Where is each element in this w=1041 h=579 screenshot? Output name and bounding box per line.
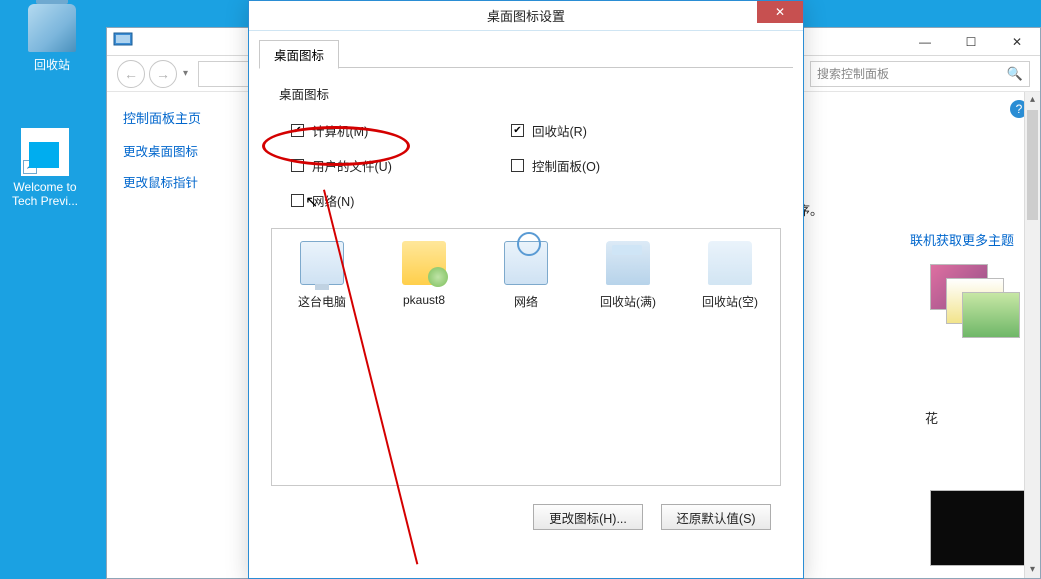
scroll-down-button[interactable]: ▾ — [1025, 562, 1040, 578]
desktop-icon-label: Welcome to Tech Previ... — [7, 180, 83, 208]
recycle-bin-icon — [28, 4, 76, 52]
nav-back-button[interactable]: ← — [117, 60, 145, 88]
computer-icon — [300, 241, 344, 285]
sidebar-link-change-desktop-icons[interactable]: 更改桌面图标 — [123, 141, 239, 160]
desktop-icons-group: 桌面图标 ✔ 计算机(M) ✔ 回收站(R) 用户的文件(U) 控制面板(O) — [271, 84, 781, 218]
scroll-up-button[interactable]: ▴ — [1025, 92, 1040, 108]
change-icon-button[interactable]: 更改图标(H)... — [533, 504, 643, 530]
search-input[interactable]: 搜索控制面板 🔍 — [810, 61, 1030, 87]
nav-forward-button[interactable]: → — [149, 60, 177, 88]
checkbox-computer[interactable]: ✔ 计算机(M) — [291, 121, 491, 140]
desktop-icon-settings-dialog: 桌面图标设置 ✕ 桌面图标 桌面图标 ✔ 计算机(M) ✔ 回收站(R) 用户的… — [248, 0, 804, 579]
theme-name-label: 花 — [925, 408, 938, 427]
recycle-bin-full-icon — [606, 241, 650, 285]
icon-item-network[interactable]: 网络 — [484, 241, 568, 310]
desktop-icon-welcome[interactable]: Welcome to Tech Previ... — [7, 128, 83, 208]
shortcut-overlay-icon — [23, 160, 37, 174]
desktop-icon-recycle-bin[interactable]: 回收站 — [14, 4, 90, 73]
restore-defaults-button[interactable]: 还原默认值(S) — [661, 504, 771, 530]
checkbox-label: 计算机(M) — [312, 121, 368, 140]
maximize-button[interactable]: ☐ — [948, 32, 994, 52]
recycle-bin-empty-icon — [708, 241, 752, 285]
search-icon: 🔍 — [1007, 66, 1023, 82]
vertical-scrollbar[interactable]: ▴ ▾ — [1024, 92, 1040, 578]
icon-label: 回收站(空) — [688, 293, 772, 310]
chevron-down-icon[interactable]: ▾ — [183, 68, 188, 79]
close-button[interactable]: ✕ — [994, 32, 1040, 52]
dialog-title: 桌面图标设置 — [487, 6, 565, 25]
icon-label: pkaust8 — [382, 293, 466, 307]
checkbox-icon — [291, 159, 304, 172]
checkbox-user-files[interactable]: 用户的文件(U) — [291, 156, 491, 175]
dialog-close-button[interactable]: ✕ — [757, 1, 803, 23]
dialog-titlebar[interactable]: 桌面图标设置 ✕ — [249, 1, 803, 31]
checkbox-icon: ✔ — [291, 124, 304, 137]
personalization-icon — [113, 30, 141, 58]
user-folder-icon — [402, 241, 446, 285]
minimize-button[interactable]: — — [902, 32, 948, 52]
theme-thumbnail[interactable] — [930, 264, 1026, 340]
search-placeholder: 搜索控制面板 — [817, 65, 889, 82]
icon-item-recycle-empty[interactable]: 回收站(空) — [688, 241, 772, 310]
icon-item-recycle-full[interactable]: 回收站(满) — [586, 241, 670, 310]
scrollbar-thumb[interactable] — [1027, 110, 1038, 220]
icon-label: 这台电脑 — [280, 293, 364, 310]
desktop-icon-label: 回收站 — [14, 56, 90, 73]
get-more-themes-link[interactable]: 联机获取更多主题 — [910, 230, 1014, 249]
checkbox-control-panel[interactable]: 控制面板(O) — [511, 156, 711, 175]
checkbox-network[interactable]: 网络(N) — [291, 191, 491, 210]
checkbox-icon — [291, 194, 304, 207]
icon-label: 回收站(满) — [586, 293, 670, 310]
icon-label: 网络 — [484, 293, 568, 310]
icon-item-user-folder[interactable]: pkaust8 — [382, 241, 466, 307]
theme-thumbnail-dark[interactable] — [930, 490, 1026, 566]
sidebar-link-change-mouse-pointer[interactable]: 更改鼠标指针 — [123, 172, 239, 191]
tab-desktop-icons[interactable]: 桌面图标 — [259, 40, 339, 69]
group-title: 桌面图标 — [279, 84, 781, 103]
icon-item-this-pc[interactable]: 这台电脑 — [280, 241, 364, 310]
sidebar: 控制面板主页 更改桌面图标 更改鼠标指针 — [107, 92, 239, 578]
windows-welcome-icon — [21, 128, 69, 176]
checkbox-recycle-bin[interactable]: ✔ 回收站(R) — [511, 121, 711, 140]
checkbox-icon: ✔ — [511, 124, 524, 137]
checkbox-label: 回收站(R) — [532, 121, 587, 140]
checkbox-label: 控制面板(O) — [532, 156, 600, 175]
checkbox-icon — [511, 159, 524, 172]
sidebar-home-link[interactable]: 控制面板主页 — [123, 108, 239, 127]
icon-preview-panel: 这台电脑 pkaust8 网络 回收站(满) 回收站(空) — [271, 228, 781, 486]
checkbox-label: 用户的文件(U) — [312, 156, 392, 175]
checkbox-label: 网络(N) — [312, 191, 354, 210]
network-icon — [504, 241, 548, 285]
